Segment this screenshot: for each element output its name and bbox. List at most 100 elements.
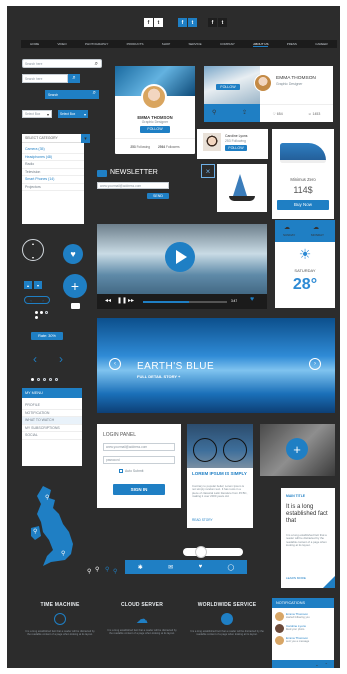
learn-more-link[interactable]: LEARN MORE xyxy=(286,576,306,580)
category-item[interactable]: Television xyxy=(22,169,84,176)
forward-icon[interactable]: ▸▸ xyxy=(128,297,134,304)
read-story-link[interactable]: READ STORY xyxy=(192,518,213,522)
twitter-icon[interactable]: t xyxy=(188,18,197,27)
nav-company[interactable]: COMPANY xyxy=(220,42,235,46)
nav-service[interactable]: SERVICE xyxy=(189,42,202,46)
dot[interactable] xyxy=(37,378,40,381)
arrow-down-icon[interactable]: ▾ xyxy=(32,255,34,260)
newsletter-email-input[interactable]: www.yourmail@address.com xyxy=(97,182,169,189)
pin-icon[interactable]: ⚲ xyxy=(212,109,216,116)
password-input[interactable]: password xyxy=(103,456,175,464)
search-input-2[interactable]: Search here xyxy=(22,74,68,83)
add-button[interactable]: + xyxy=(63,274,87,298)
chevron-right-icon[interactable]: › xyxy=(59,352,63,366)
menu-item-notification[interactable]: NOTIFICATION xyxy=(22,410,82,417)
search-input[interactable]: Search here ⌕ xyxy=(22,59,102,68)
mail-icon[interactable]: ✉ xyxy=(168,564,173,571)
dot xyxy=(40,311,43,314)
nav-press[interactable]: PRESS xyxy=(287,42,297,46)
buy-now-button[interactable]: Buy Now xyxy=(277,200,329,210)
dot[interactable] xyxy=(55,378,58,381)
category-item[interactable]: Projectors xyxy=(22,184,84,191)
close-icon[interactable]: × xyxy=(201,164,215,178)
nav-shop[interactable]: SHOP xyxy=(162,42,171,46)
chevron-left-icon[interactable]: ‹ xyxy=(30,298,31,303)
dot[interactable] xyxy=(49,378,52,381)
menu-item-what-to-watch[interactable]: WHAT TO WATCH xyxy=(22,417,82,425)
category-item[interactable]: Radio xyxy=(22,161,84,169)
arrow-up-button[interactable]: ▴ xyxy=(24,281,32,289)
follow-button[interactable]: FOLLOW xyxy=(140,126,170,133)
location-pin-icon[interactable]: ⚲ xyxy=(87,568,91,575)
facebook-icon[interactable]: f xyxy=(144,18,153,27)
dot xyxy=(45,311,48,314)
remember-checkbox[interactable] xyxy=(119,469,123,473)
heart-icon[interactable]: ♥ xyxy=(250,296,254,303)
nav-photography[interactable]: PHOTOGRAPHY xyxy=(85,42,108,46)
nav-career[interactable]: CAREER xyxy=(315,42,328,46)
category-item[interactable]: Headphones (48) xyxy=(22,154,84,161)
dot[interactable] xyxy=(43,378,46,381)
twitter-icon[interactable]: t xyxy=(154,18,163,27)
pause-icon[interactable]: ❚❚ xyxy=(117,297,127,304)
bike-photo xyxy=(187,424,253,468)
nav-products[interactable]: PRODUCTS xyxy=(127,42,144,46)
search-bar-blue[interactable]: Search ⌕ xyxy=(45,90,99,99)
play-button[interactable] xyxy=(165,242,195,272)
send-button[interactable]: SEND xyxy=(147,193,169,199)
category-item[interactable]: Smart Phones (14) xyxy=(22,176,84,184)
location-pin-icon[interactable]: ⚲ xyxy=(105,566,109,573)
rewind-icon[interactable]: ◂◂ xyxy=(105,297,111,304)
hero-subtitle[interactable]: FULL DETAIL STORY + xyxy=(137,374,180,379)
chevron-left-icon[interactable]: ‹ xyxy=(33,352,37,366)
twitter-icon[interactable]: t xyxy=(218,18,227,27)
chevron-down-icon[interactable]: ▾ xyxy=(81,134,90,143)
follow-button[interactable]: FOLLOW xyxy=(225,145,247,151)
gear-icon[interactable]: ✱ xyxy=(138,564,143,571)
search-icon[interactable]: ⌕ xyxy=(68,74,80,83)
nav-about-us[interactable]: ABOUT US xyxy=(253,42,269,47)
add-button[interactable]: + xyxy=(286,438,308,460)
chevron-left-icon[interactable]: ‹ xyxy=(109,358,121,370)
chat-icon[interactable]: ◯ xyxy=(228,564,235,571)
menu-item-profile[interactable]: PROFILE xyxy=(22,402,82,410)
location-pin-icon[interactable]: ⚲ xyxy=(33,528,37,535)
mail-icon[interactable] xyxy=(71,303,80,309)
location-pin-icon[interactable]: ⚲ xyxy=(61,550,65,557)
location-pin-icon[interactable]: ⚲ xyxy=(45,494,49,501)
location-pin-icon[interactable]: ⚲ xyxy=(113,568,117,575)
facebook-icon[interactable]: f xyxy=(208,18,217,27)
dpad-control[interactable]: ▴ ▾ xyxy=(22,239,44,261)
category-item[interactable]: Camera (35) xyxy=(22,146,84,154)
sign-in-button[interactable]: SIGN IN xyxy=(113,484,165,495)
notification-item[interactable]: Emma Thomson sent you a message xyxy=(275,634,331,646)
menu-item-subscriptions[interactable]: MY SUBSCRIPTIONS xyxy=(22,425,82,432)
notification-item[interactable]: Emma Thomson started following you xyxy=(275,610,331,622)
username-input[interactable]: www.yourmail@address.com xyxy=(103,443,175,451)
dot[interactable] xyxy=(31,378,34,381)
heart-button[interactable]: ♥ xyxy=(63,244,83,264)
pager-arrows[interactable]: ‹ › xyxy=(24,296,50,304)
heart-icon[interactable]: ♡ 654 xyxy=(273,112,283,116)
select-box[interactable]: Select Box ▾ xyxy=(22,110,52,118)
menu-item-social[interactable]: SOCIAL xyxy=(22,432,82,440)
chevron-down-icon[interactable]: ⌄ xyxy=(315,662,318,667)
nav-video[interactable]: VIDEO xyxy=(57,42,66,46)
info-title: It is a long established fact that xyxy=(286,504,328,524)
nav-home[interactable]: HOME xyxy=(30,42,39,46)
location-pin-icon[interactable]: ⚲ xyxy=(95,566,99,573)
chevron-up-icon[interactable]: ⌃ xyxy=(325,662,328,667)
share-icon[interactable]: ⇪ xyxy=(242,109,247,116)
user-icon[interactable]: ☺ 1453 xyxy=(308,112,320,116)
progress-track[interactable] xyxy=(143,301,227,303)
arrow-down-button[interactable]: ▾ xyxy=(34,281,42,289)
heart-icon[interactable]: ♥ xyxy=(199,564,203,570)
chevron-right-icon[interactable]: › xyxy=(42,298,43,303)
facebook-icon[interactable]: f xyxy=(178,18,187,27)
select-box-blue[interactable]: Select Box ▾ xyxy=(58,110,88,118)
follow-button[interactable]: FOLLOW xyxy=(216,84,240,90)
arrow-up-icon[interactable]: ▴ xyxy=(32,241,34,246)
video-player[interactable]: ◂◂ ❚❚ ▸▸ 3:47 ♥ xyxy=(97,224,267,309)
notification-item[interactable]: Caroline Lyons liked your photo xyxy=(275,622,331,634)
chevron-right-icon[interactable]: › xyxy=(309,358,321,370)
